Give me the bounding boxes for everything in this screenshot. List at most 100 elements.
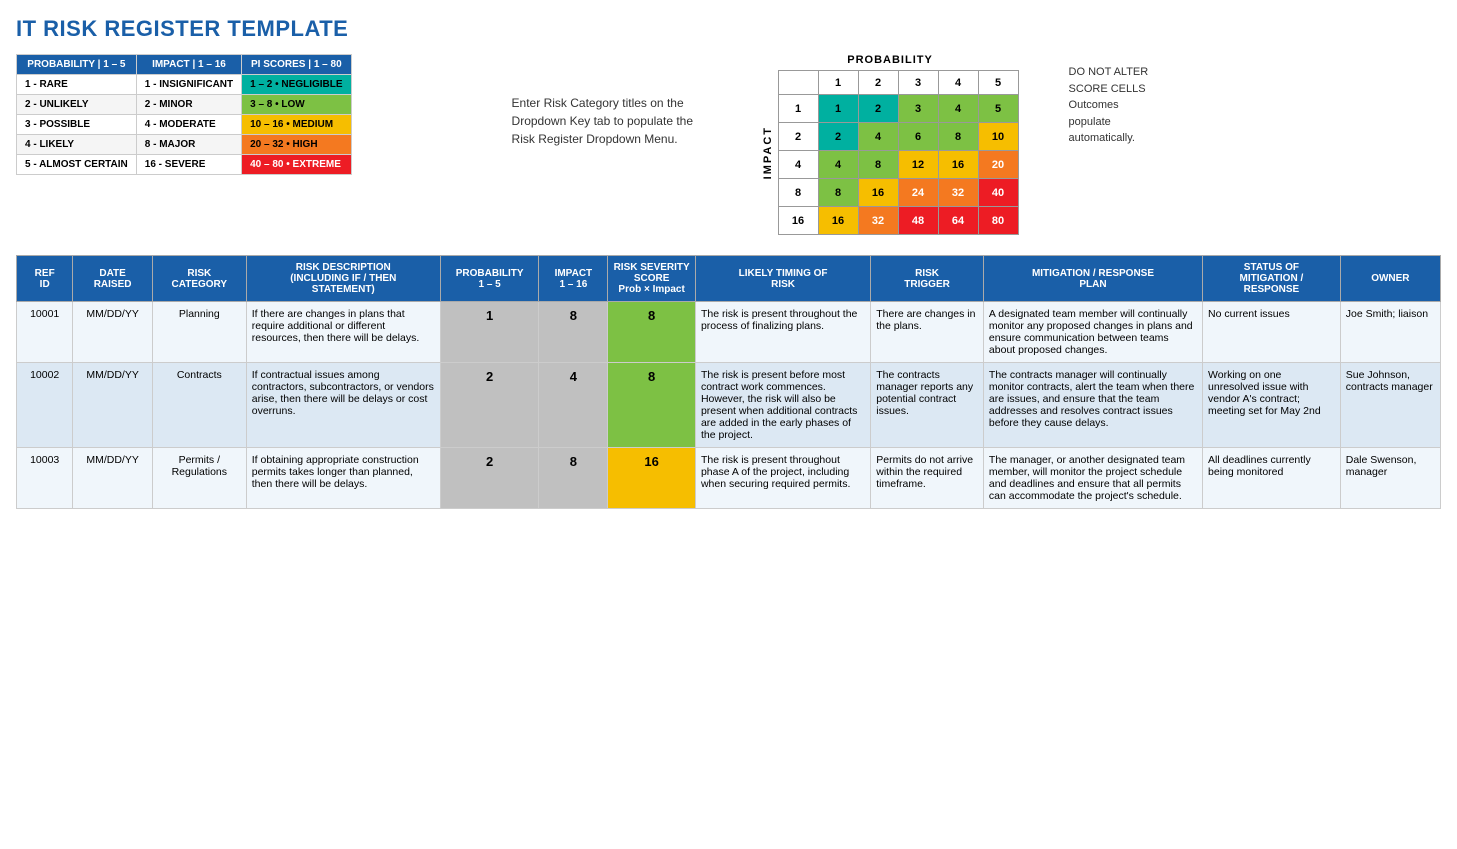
trigger-2: The contracts manager reports any potent…	[871, 363, 984, 448]
matrix-r2c3: 6	[898, 123, 938, 151]
description-2: If contractual issues among contractors,…	[246, 363, 440, 448]
table-row: 10002 MM/DD/YY Contracts If contractual …	[17, 363, 1441, 448]
matrix-r5c5: 80	[978, 207, 1018, 235]
do-not-text: DO NOT ALTER SCORE CELLS Outcomes popula…	[1069, 64, 1149, 147]
matrix-r3c2: 8	[858, 151, 898, 179]
matrix-corner	[778, 71, 818, 95]
matrix-r1c4: 4	[938, 95, 978, 123]
col-header-trigger: RISKTRIGGER	[871, 256, 984, 302]
matrix-row2-label: 2	[778, 123, 818, 151]
trigger-3: Permits do not arrive within the require…	[871, 448, 984, 509]
matrix-r3c5: 20	[978, 151, 1018, 179]
col-header-desc: RISK DESCRIPTION(INCLUDING IF / THENSTAT…	[246, 256, 440, 302]
matrix-r5c3: 48	[898, 207, 938, 235]
matrix-col-4: 4	[938, 71, 978, 95]
score-2: 8	[608, 363, 696, 448]
matrix-row3-label: 4	[778, 151, 818, 179]
description-1: If there are changes in plans that requi…	[246, 302, 440, 363]
mitigation-3: The manager, or another designated team …	[983, 448, 1202, 509]
legend-header-impact: IMPACT | 1 – 16	[136, 55, 241, 75]
instruction-text: Enter Risk Category titles on the Dropdo…	[512, 94, 712, 148]
matrix-r4c5: 40	[978, 179, 1018, 207]
table-row: 10001 MM/DD/YY Planning If there are cha…	[17, 302, 1441, 363]
legend-prob-2: 2 - UNLIKELY	[17, 95, 137, 115]
status-2: Working on one unresolved issue with ven…	[1203, 363, 1341, 448]
impact-3: 8	[539, 448, 608, 509]
col-header-status: STATUS OFMITIGATION /RESPONSE	[1203, 256, 1341, 302]
risk-register-table: REFID DATERAISED RISKCATEGORY RISK DESCR…	[16, 255, 1441, 509]
probability-2: 2	[440, 363, 539, 448]
ref-id-3: 10003	[17, 448, 73, 509]
status-1: No current issues	[1203, 302, 1341, 363]
col-header-score: RISK SEVERITY SCOREProb × Impact	[608, 256, 696, 302]
col-header-prob: PROBABILITY1 – 5	[440, 256, 539, 302]
matrix-row5-label: 16	[778, 207, 818, 235]
date-1: MM/DD/YY	[73, 302, 153, 363]
col-header-mitigation: MITIGATION / RESPONSEPLAN	[983, 256, 1202, 302]
score-3: 16	[608, 448, 696, 509]
status-3: All deadlines currently being monitored	[1203, 448, 1341, 509]
matrix-r2c5: 10	[978, 123, 1018, 151]
timing-1: The risk is present throughout the proce…	[695, 302, 870, 363]
probability-1: 1	[440, 302, 539, 363]
legend-score-3: 10 – 16 • MEDIUM	[242, 115, 351, 135]
date-2: MM/DD/YY	[73, 363, 153, 448]
matrix-row4-label: 8	[778, 179, 818, 207]
matrix-col-1: 1	[818, 71, 858, 95]
impact-1: 8	[539, 302, 608, 363]
col-header-owner: OWNER	[1340, 256, 1440, 302]
legend-prob-1: 1 - RARE	[17, 75, 137, 95]
matrix-col-2: 2	[858, 71, 898, 95]
table-row: 10003 MM/DD/YY Permits / Regulations If …	[17, 448, 1441, 509]
matrix-row1-label: 1	[778, 95, 818, 123]
legend-impact-3: 4 - MODERATE	[136, 115, 241, 135]
matrix-r3c3: 12	[898, 151, 938, 179]
top-section: PROBABILITY | 1 – 5 IMPACT | 1 – 16 PI S…	[16, 54, 1441, 235]
owner-2: Sue Johnson, contracts manager	[1340, 363, 1440, 448]
score-1: 8	[608, 302, 696, 363]
matrix-r1c3: 3	[898, 95, 938, 123]
legend-score-4: 20 – 32 • HIGH	[242, 135, 351, 155]
matrix-r4c1: 8	[818, 179, 858, 207]
legend-impact-2: 2 - MINOR	[136, 95, 241, 115]
matrix-r4c3: 24	[898, 179, 938, 207]
col-header-impact: IMPACT1 – 16	[539, 256, 608, 302]
matrix-r1c2: 2	[858, 95, 898, 123]
matrix-r4c2: 16	[858, 179, 898, 207]
matrix-r5c2: 32	[858, 207, 898, 235]
matrix-r3c4: 16	[938, 151, 978, 179]
trigger-1: There are changes in the plans.	[871, 302, 984, 363]
matrix-r2c1: 2	[818, 123, 858, 151]
legend-header-score: PI SCORES | 1 – 80	[242, 55, 351, 75]
col-header-category: RISKCATEGORY	[152, 256, 246, 302]
legend-prob-3: 3 - POSSIBLE	[17, 115, 137, 135]
matrix-r5c1: 16	[818, 207, 858, 235]
legend-prob-4: 4 - LIKELY	[17, 135, 137, 155]
matrix-r1c1: 1	[818, 95, 858, 123]
col-header-timing: LIKELY TIMING OFRISK	[695, 256, 870, 302]
timing-3: The risk is present throughout phase A o…	[695, 448, 870, 509]
legend-impact-4: 8 - MAJOR	[136, 135, 241, 155]
ref-id-1: 10001	[17, 302, 73, 363]
category-3: Permits / Regulations	[152, 448, 246, 509]
matrix-r2c2: 4	[858, 123, 898, 151]
description-3: If obtaining appropriate construction pe…	[246, 448, 440, 509]
col-header-ref: REFID	[17, 256, 73, 302]
legend-score-1: 1 – 2 • NEGLIGIBLE	[242, 75, 351, 95]
matrix-col-5: 5	[978, 71, 1018, 95]
legend-header-prob: PROBABILITY | 1 – 5	[17, 55, 137, 75]
matrix-r5c4: 64	[938, 207, 978, 235]
page-title: IT RISK REGISTER TEMPLATE	[16, 16, 1441, 42]
legend-table: PROBABILITY | 1 – 5 IMPACT | 1 – 16 PI S…	[16, 54, 352, 175]
col-header-date: DATERAISED	[73, 256, 153, 302]
impact-2: 4	[539, 363, 608, 448]
matrix-r3c1: 4	[818, 151, 858, 179]
matrix-r4c4: 32	[938, 179, 978, 207]
matrix-col-3: 3	[898, 71, 938, 95]
legend-prob-5: 5 - ALMOST CERTAIN	[17, 155, 137, 175]
owner-1: Joe Smith; liaison	[1340, 302, 1440, 363]
matrix-table: 1 2 3 4 5 1 1 2 3 4 5 2 2 4	[778, 70, 1019, 235]
legend-score-5: 40 – 80 • EXTREME	[242, 155, 351, 175]
category-2: Contracts	[152, 363, 246, 448]
mitigation-1: A designated team member will continuall…	[983, 302, 1202, 363]
